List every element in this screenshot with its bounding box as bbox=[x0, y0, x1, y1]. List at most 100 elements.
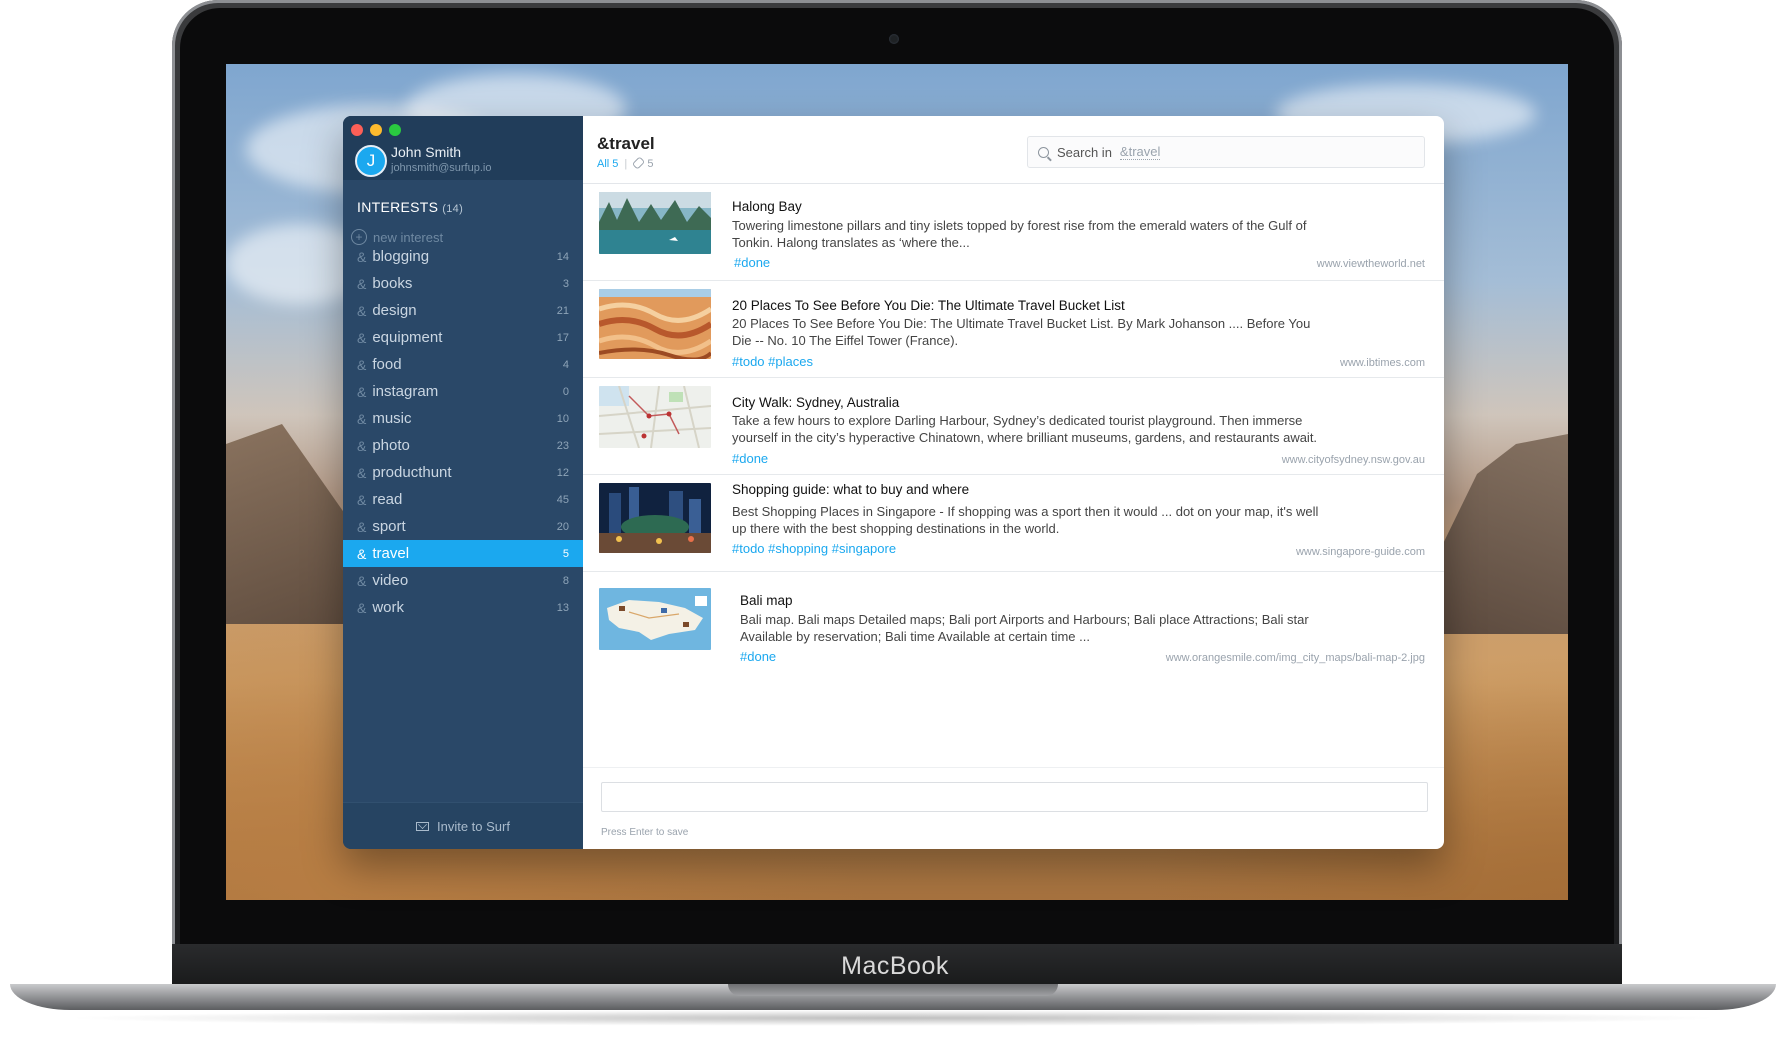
sidebar-item-count: 45 bbox=[556, 493, 569, 506]
main-panel: &travel All 5 | 5 Search in &travel Halo… bbox=[583, 116, 1444, 849]
ampersand-icon: & bbox=[357, 437, 367, 454]
interests-label: INTERESTS bbox=[357, 199, 439, 215]
ampersand-icon: & bbox=[357, 518, 367, 535]
avatar[interactable]: J bbox=[355, 145, 387, 177]
save-link-input[interactable] bbox=[601, 782, 1428, 812]
card-url[interactable]: www.orangesmile.com/img_city_maps/bali-m… bbox=[1166, 652, 1425, 664]
divider bbox=[583, 767, 1444, 768]
ampersand-icon: & bbox=[357, 248, 367, 265]
card-description: 20 Places To See Before You Die: The Ult… bbox=[732, 316, 1311, 348]
base-shadow bbox=[60, 1010, 1726, 1026]
card-tags[interactable]: #todo #shopping #singapore bbox=[732, 541, 896, 556]
list-item[interactable]: City Walk: Sydney, Australia Take a few … bbox=[583, 378, 1444, 475]
ampersand-icon: & bbox=[357, 302, 367, 319]
sidebar-item-instagram[interactable]: & instagram 0 bbox=[343, 378, 583, 405]
ampersand-icon: & bbox=[357, 545, 367, 562]
sidebar-item-count: 10 bbox=[556, 412, 569, 425]
minimize-window-button[interactable] bbox=[370, 124, 382, 136]
card-title[interactable]: Bali map bbox=[740, 593, 793, 608]
sidebar-item-blogging[interactable]: & blogging 14 bbox=[343, 243, 583, 270]
sidebar-item-music[interactable]: & music 10 bbox=[343, 405, 583, 432]
thumbnail-image bbox=[599, 483, 711, 553]
card-tags[interactable]: #done bbox=[740, 649, 776, 664]
sidebar-item-count: 23 bbox=[556, 439, 569, 452]
sidebar-item-photo[interactable]: & photo 23 bbox=[343, 432, 583, 459]
sidebar-item-work[interactable]: & work 13 bbox=[343, 594, 583, 621]
sidebar-item-label: books bbox=[372, 275, 413, 292]
card-url[interactable]: www.singapore-guide.com bbox=[1296, 546, 1425, 558]
user-name[interactable]: John Smith bbox=[391, 144, 461, 160]
page-title: &travel bbox=[597, 134, 655, 153]
sidebar-item-sport[interactable]: & sport 20 bbox=[343, 513, 583, 540]
ampersand-icon: & bbox=[357, 410, 367, 427]
sidebar: J John Smith johnsmith@surfup.io INTERES… bbox=[343, 116, 583, 849]
list-item[interactable]: 20 Places To See Before You Die: The Ult… bbox=[583, 281, 1444, 378]
thumbnail-image bbox=[599, 386, 711, 448]
list-item[interactable]: Halong Bay Towering limestone pillars an… bbox=[583, 184, 1444, 281]
search-input[interactable]: Search in &travel bbox=[1027, 136, 1425, 168]
sidebar-item-label: video bbox=[372, 572, 409, 589]
sidebar-item-label: design bbox=[372, 302, 417, 319]
sidebar-item-label: blogging bbox=[372, 248, 430, 265]
ampersand-icon: & bbox=[357, 383, 367, 400]
thumbnail-image bbox=[599, 289, 711, 359]
sidebar-item-label: instagram bbox=[372, 383, 439, 400]
card-url[interactable]: www.viewtheworld.net bbox=[1317, 258, 1425, 270]
sidebar-item-label: read bbox=[372, 491, 403, 508]
brand-label: MacBook bbox=[841, 952, 949, 980]
save-hint: Press Enter to save bbox=[601, 827, 689, 838]
sidebar-item-travel[interactable]: & travel 5 bbox=[343, 540, 583, 567]
ampersand-icon: & bbox=[357, 599, 367, 616]
app-window: J John Smith johnsmith@surfup.io INTERES… bbox=[343, 116, 1444, 849]
sidebar-item-producthunt[interactable]: & producthunt 12 bbox=[343, 459, 583, 486]
sidebar-item-video[interactable]: & video 8 bbox=[343, 567, 583, 594]
ampersand-icon: & bbox=[357, 491, 367, 508]
sidebar-item-label: music bbox=[372, 410, 412, 427]
card-title[interactable]: Shopping guide: what to buy and where bbox=[732, 482, 969, 497]
ampersand-icon: & bbox=[357, 572, 367, 589]
sidebar-item-food[interactable]: & food 4 bbox=[343, 351, 583, 378]
card-title[interactable]: Halong Bay bbox=[732, 199, 802, 214]
sidebar-item-count: 17 bbox=[556, 331, 569, 344]
card-tags[interactable]: #done bbox=[734, 255, 770, 270]
sidebar-item-count: 3 bbox=[562, 277, 569, 290]
interests-heading: INTERESTS (14) bbox=[357, 199, 463, 215]
sidebar-item-equipment[interactable]: & equipment 17 bbox=[343, 324, 583, 351]
sidebar-item-books[interactable]: & books 3 bbox=[343, 270, 583, 297]
sidebar-item-read[interactable]: & read 45 bbox=[343, 486, 583, 513]
card-tags[interactable]: #done bbox=[732, 451, 768, 466]
list-item[interactable]: Bali map Bali map. Bali maps Detailed ma… bbox=[583, 572, 1444, 682]
search-scope: &travel bbox=[1119, 144, 1161, 160]
filter-all[interactable]: All 5 bbox=[597, 158, 618, 170]
interest-list: & blogging 14 & books 3 & design 21 & equipment… bbox=[343, 243, 583, 621]
card-title[interactable]: City Walk: Sydney, Australia bbox=[732, 395, 899, 410]
laptop-notch bbox=[728, 984, 1058, 996]
card-title[interactable]: 20 Places To See Before You Die: The Ult… bbox=[732, 298, 1125, 313]
sidebar-item-count: 0 bbox=[562, 385, 569, 398]
list-item[interactable]: Shopping guide: what to buy and where Be… bbox=[583, 475, 1444, 572]
sidebar-item-count: 13 bbox=[556, 601, 569, 614]
sidebar-item-label: producthunt bbox=[372, 464, 452, 481]
ampersand-icon: & bbox=[357, 329, 367, 346]
sidebar-item-count: 14 bbox=[556, 250, 569, 263]
user-email: johnsmith@surfup.io bbox=[391, 162, 492, 174]
main-header: &travel All 5 | 5 Search in &travel bbox=[583, 116, 1444, 184]
sidebar-item-count: 20 bbox=[556, 520, 569, 533]
card-tags[interactable]: #todo #places bbox=[732, 354, 813, 369]
close-window-button[interactable] bbox=[351, 124, 363, 136]
filter-separator: | bbox=[624, 158, 628, 170]
card-description: Bali map. Bali maps Detailed maps; Bali … bbox=[740, 612, 1309, 644]
invite-label: Invite to Surf bbox=[437, 818, 510, 834]
filter-links[interactable]: 5 bbox=[632, 156, 653, 170]
card-url[interactable]: www.ibtimes.com bbox=[1340, 357, 1425, 369]
invite-button[interactable]: Invite to Surf bbox=[343, 802, 583, 849]
camera-icon bbox=[889, 34, 899, 44]
thumbnail-image bbox=[599, 192, 711, 254]
zoom-window-button[interactable] bbox=[389, 124, 401, 136]
sidebar-item-count: 21 bbox=[556, 304, 569, 317]
card-url[interactable]: www.cityofsydney.nsw.gov.au bbox=[1282, 454, 1425, 466]
sidebar-item-design[interactable]: & design 21 bbox=[343, 297, 583, 324]
sidebar-item-count: 8 bbox=[562, 574, 569, 587]
sidebar-item-label: equipment bbox=[372, 329, 443, 346]
ampersand-icon: & bbox=[357, 275, 367, 292]
